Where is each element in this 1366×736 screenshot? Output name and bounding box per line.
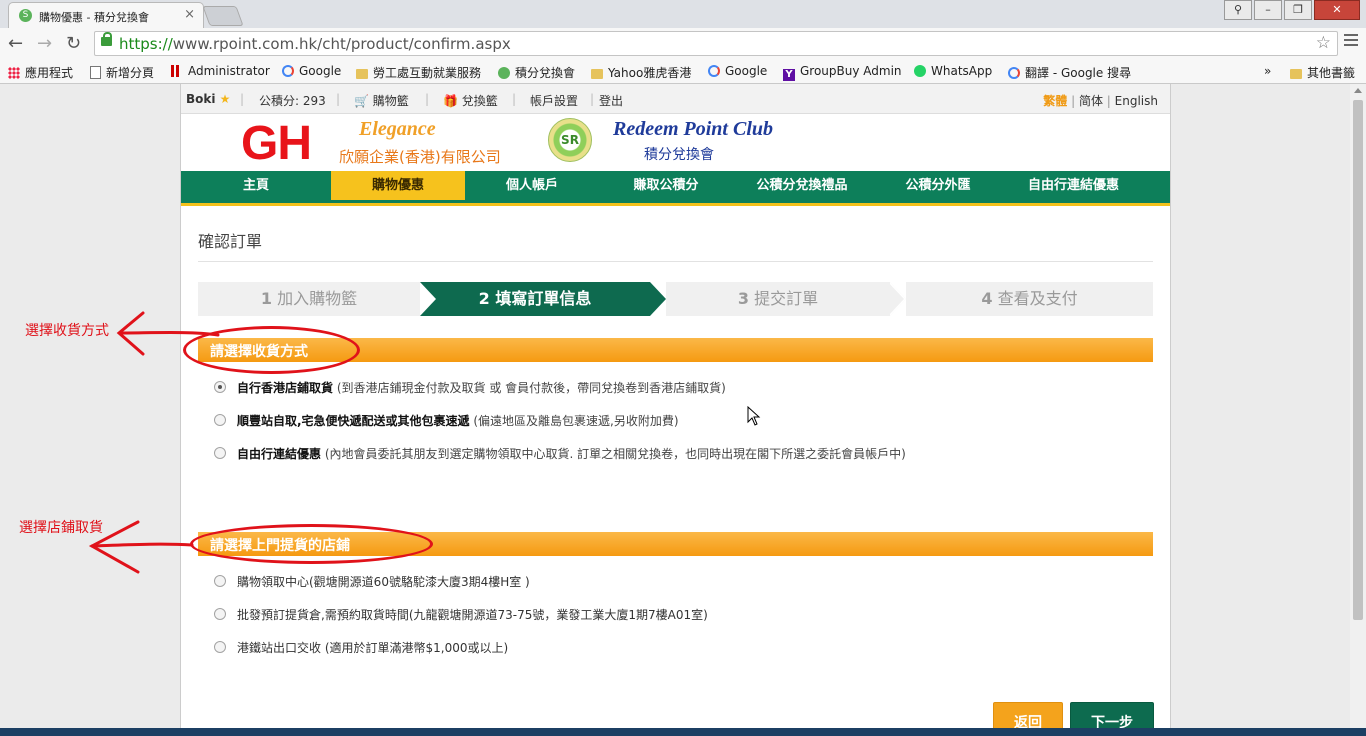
annotation-arrow-delivery <box>116 311 220 356</box>
annotation-arrow-store <box>88 520 194 574</box>
mouse-cursor-icon <box>747 406 761 426</box>
annotation-arrows <box>88 311 220 574</box>
os-taskbar <box>0 728 1366 736</box>
